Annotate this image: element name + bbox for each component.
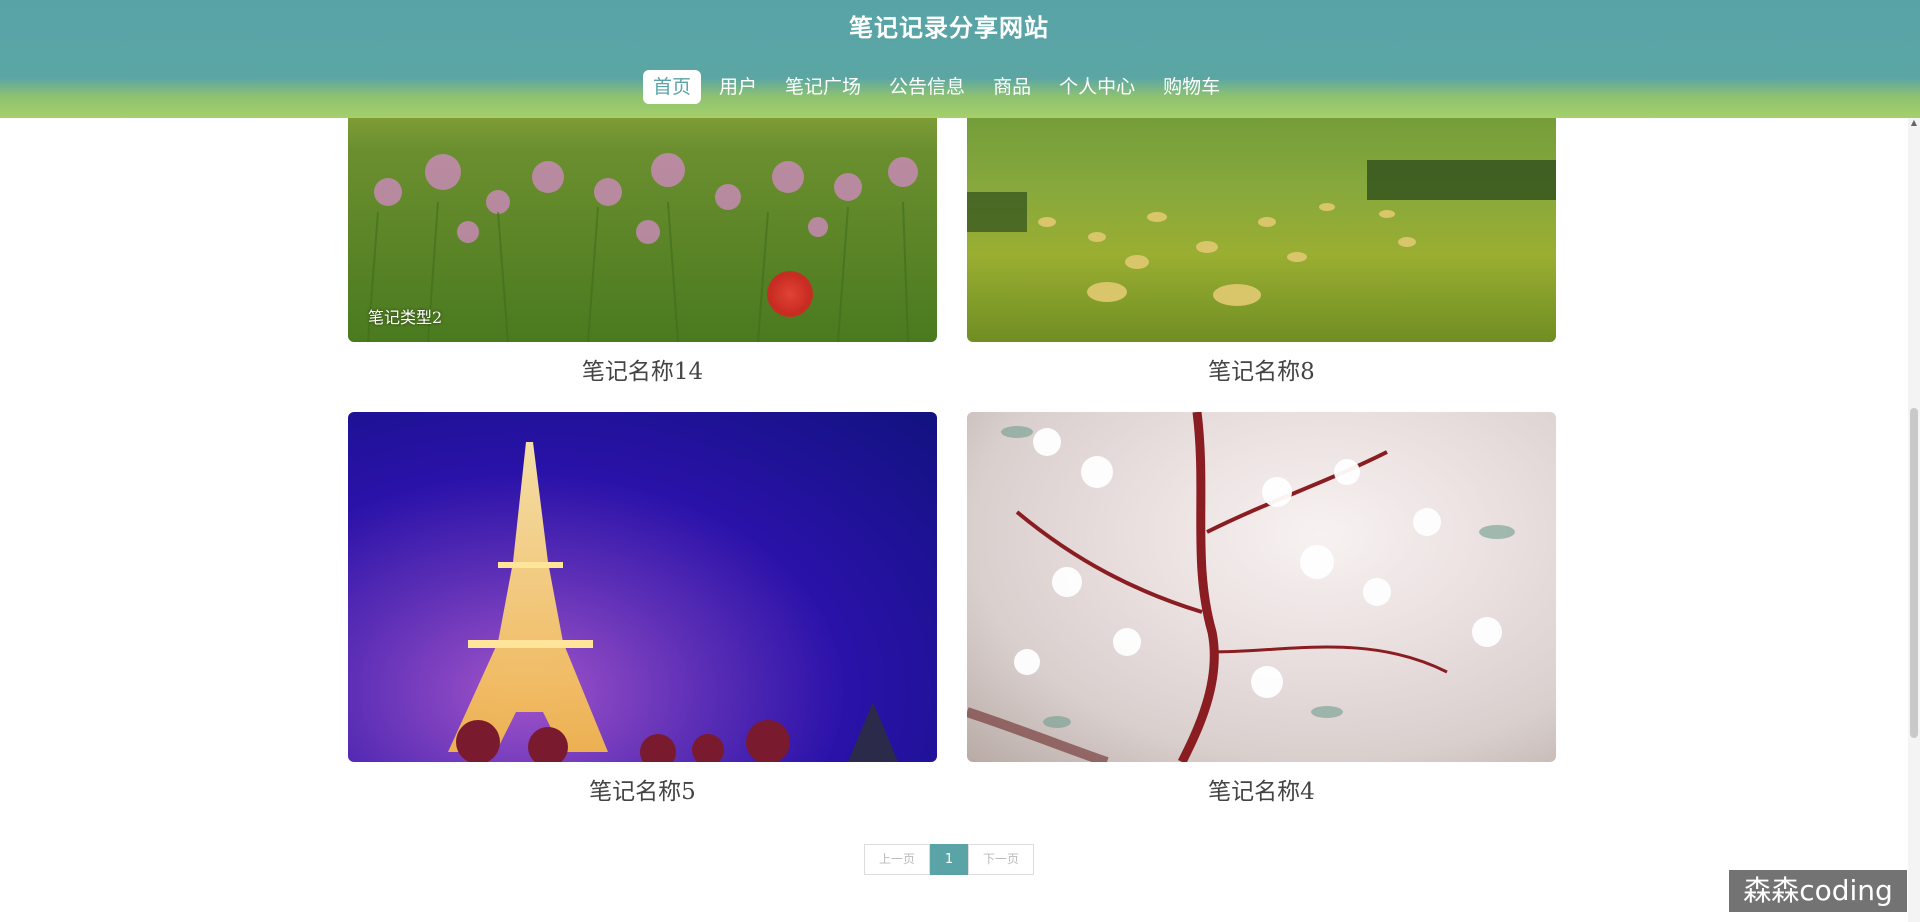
note-title[interactable]: 笔记名称8 <box>967 352 1556 386</box>
tower-illustration <box>448 442 898 762</box>
main-nav: 首页 用户 笔记广场 公告信息 商品 个人中心 购物车 <box>643 70 1238 104</box>
nav-item-cart[interactable]: 购物车 <box>1153 70 1230 104</box>
note-card[interactable]: 笔记名称5 <box>348 412 937 806</box>
note-title[interactable]: 笔记名称4 <box>967 772 1556 806</box>
site-header: 笔记记录分享网站 首页 用户 笔记广场 公告信息 商品 个人中心 购物车 <box>0 0 1920 118</box>
nav-item-products[interactable]: 商品 <box>983 70 1041 104</box>
nav-item-announcements[interactable]: 公告信息 <box>879 70 975 104</box>
prev-page-button[interactable]: 上一页 <box>864 844 931 875</box>
note-title[interactable]: 笔记名称14 <box>348 352 937 386</box>
cursor-highlight <box>767 271 813 317</box>
nav-item-users[interactable]: 用户 <box>709 70 767 104</box>
scrollbar-thumb[interactable] <box>1910 408 1918 738</box>
note-image-cherry-blossom[interactable] <box>967 412 1556 762</box>
note-image-eiffel-tower[interactable] <box>348 412 937 762</box>
nav-item-personal-center[interactable]: 个人中心 <box>1049 70 1145 104</box>
note-card[interactable]: 笔记名称4 <box>967 412 1556 806</box>
pagination: 上一页 1 下一页 <box>864 844 1035 875</box>
note-title[interactable]: 笔记名称5 <box>348 772 937 806</box>
next-page-button[interactable]: 下一页 <box>968 844 1035 875</box>
site-title: 笔记记录分享网站 <box>849 14 1049 42</box>
scroll-up-arrow-icon[interactable]: ▲ <box>1910 118 1918 128</box>
nav-item-home[interactable]: 首页 <box>643 70 702 104</box>
blossom-illustration <box>967 412 1515 762</box>
note-type-tag: 笔记类型2 <box>368 308 443 327</box>
nav-item-note-square[interactable]: 笔记广场 <box>775 70 871 104</box>
page-number-current[interactable]: 1 <box>930 844 969 875</box>
video-watermark: 森森coding <box>1729 870 1907 912</box>
